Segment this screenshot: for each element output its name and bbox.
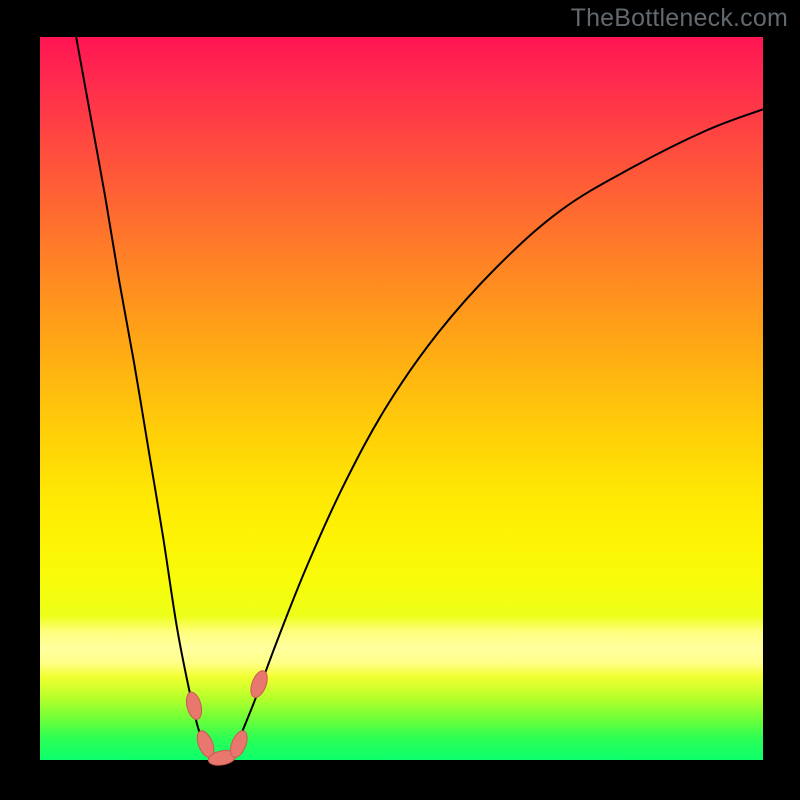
marker-group (184, 669, 271, 768)
watermark-text: TheBottleneck.com (571, 4, 788, 33)
marker-1 (184, 690, 204, 721)
chart-frame: TheBottleneck.com (0, 0, 800, 800)
bottleneck-curve (76, 37, 763, 758)
plot-area (40, 37, 763, 760)
marker-5 (248, 669, 271, 700)
curve-layer (40, 37, 763, 760)
